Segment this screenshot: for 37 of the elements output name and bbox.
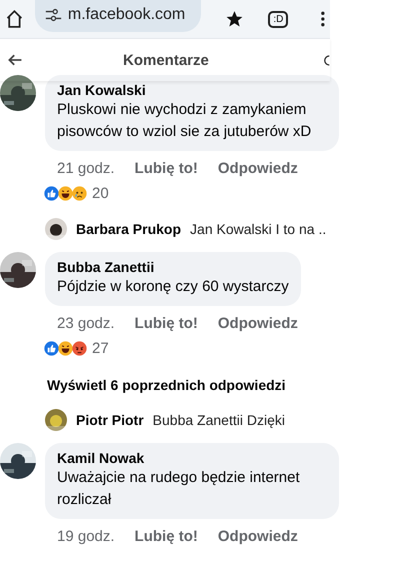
- laughing-face-icon[interactable]: [58, 186, 73, 201]
- menu-icon[interactable]: [320, 10, 326, 28]
- site-settings-icon[interactable]: [44, 8, 62, 22]
- reaction-count: 27: [92, 340, 109, 357]
- comment-time: 21 godz.: [57, 160, 115, 177]
- comment-text: Pluskowi nie wychodzi z zamykaniem pisowców to wziol sie za jutuberów xD: [57, 100, 312, 142]
- reply-link[interactable]: Odpowiedz: [218, 528, 298, 545]
- home-icon[interactable]: [4, 8, 25, 30]
- url-field[interactable]: m.facebook.com: [34, 0, 202, 32]
- laughing-face-icon[interactable]: [58, 341, 73, 356]
- like-link[interactable]: Lubię to!: [134, 315, 198, 332]
- back-icon[interactable]: [7, 53, 23, 67]
- angry-face-icon[interactable]: [72, 341, 87, 356]
- tab-switcher[interactable]: :D: [268, 10, 288, 28]
- reply-preview[interactable]: Bubba Zanettii Dzięki: [152, 412, 285, 428]
- comment-text: Uważajcie na rudego będzie internet rozliczał: [57, 468, 301, 510]
- view-more-replies-link[interactable]: Wyświetl 6 poprzednich odpowiedzi: [47, 377, 286, 393]
- thumbs-up-icon[interactable]: [44, 341, 59, 356]
- comment-time: 23 godz.: [57, 315, 115, 332]
- author-name[interactable]: Jan Kowalski: [57, 81, 327, 99]
- author-name[interactable]: Barbara Prukop: [76, 221, 182, 237]
- like-link[interactable]: Lubię to!: [134, 160, 198, 177]
- loading-icon: [324, 54, 330, 66]
- author-name[interactable]: Piotr Piotr: [76, 412, 144, 428]
- comment-time: 19 godz.: [57, 528, 115, 545]
- reaction-count: 20: [92, 185, 109, 202]
- page-title: Komentarze: [123, 52, 209, 68]
- author-name[interactable]: Bubba Zanettii: [57, 258, 289, 276]
- reply-link[interactable]: Odpowiedz: [218, 315, 298, 332]
- reply-link[interactable]: Odpowiedz: [218, 160, 298, 177]
- comment-text: Pójdzie w koronę czy 60 wystarczy: [57, 277, 289, 297]
- thumbs-up-icon[interactable]: [44, 186, 59, 201]
- like-link[interactable]: Lubię to!: [134, 528, 198, 545]
- star-icon[interactable]: [225, 9, 244, 29]
- reply-preview[interactable]: Jan Kowalski I to na ..: [190, 221, 326, 237]
- crying-face-icon[interactable]: [72, 186, 87, 201]
- author-name[interactable]: Kamil Nowak: [57, 449, 327, 467]
